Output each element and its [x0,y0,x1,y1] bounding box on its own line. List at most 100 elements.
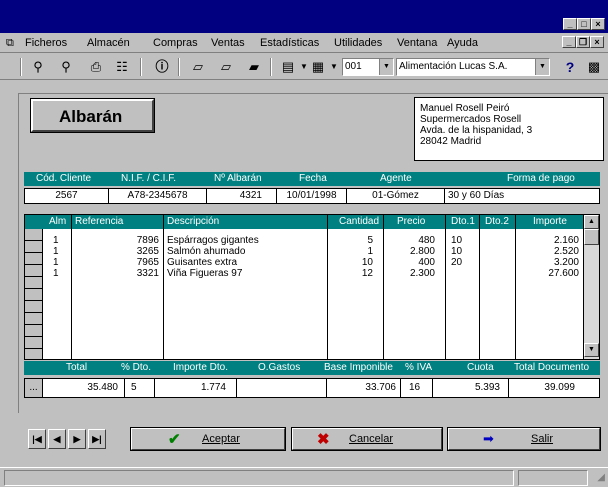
cell-precio: 400 [418,257,435,268]
accept-button[interactable]: ✔ Aceptar [130,427,286,451]
menu-almacen[interactable]: Almacén [87,37,130,49]
scroll-thumb[interactable] [584,229,599,245]
chevron-down-icon[interactable]: ▼ [379,59,393,75]
cell-alm: 1 [53,246,59,257]
menu-ventas[interactable]: Ventas [211,37,245,49]
column-divider [383,215,384,359]
doc-restore-button[interactable]: ❐ [576,36,590,48]
checkmark-icon: ✔ [168,431,181,448]
grid-scrollbar[interactable]: ▲ ▼ [583,215,599,359]
scroll-up-icon[interactable]: ▲ [584,215,599,229]
toolbar-separator [140,58,142,76]
properties-icon[interactable]: ☷ [114,59,130,75]
binoculars-next-icon[interactable]: ⚲ [58,59,74,75]
first-record-button[interactable]: |◀ [28,429,46,449]
column-divider [71,215,72,359]
agente-field[interactable]: 01-Gómez [347,189,445,203]
address-line: Supermercados Rosell [420,114,522,125]
row-indicator[interactable] [25,313,42,325]
forma-pago-field[interactable]: 30 y 60 Días [445,189,600,203]
column-divider [163,215,164,359]
company-select[interactable]: Alimentación Lucas S.A. ▼ [396,58,550,76]
chevron-down-icon[interactable]: ▼ [326,59,342,75]
pct-dto-field[interactable]: 5 [125,379,155,397]
label-gastos: O.Gastos [258,362,301,373]
chevron-down-icon[interactable]: ▼ [535,59,549,75]
menu-ficheros[interactable]: Ficheros [25,37,67,49]
cell-descripcion: Espárragos gigantes [167,235,259,246]
previous-record-button[interactable]: ◀ [48,429,66,449]
close-button[interactable]: × [591,18,605,30]
doc-minimize-button[interactable]: _ [562,36,576,48]
col-importe: Importe [533,216,567,227]
last-record-button[interactable]: ▶| [88,429,106,449]
menu-compras[interactable]: Compras [153,37,198,49]
exit-button[interactable]: ➡ Salir [447,427,601,451]
arrow-right-icon: ➡ [483,431,494,446]
cancel-label: Cancelar [349,433,394,445]
menu-utilidades[interactable]: Utilidades [334,37,382,49]
base-imponible-field[interactable]: 33.706 [327,379,401,397]
albaran-field[interactable]: 4321 [207,189,277,203]
help-icon[interactable]: ? [562,59,578,75]
gastos-field[interactable] [237,379,327,397]
label-num-albaran: Nº Albarán [214,173,262,184]
resize-grip-icon[interactable]: ◢ [597,472,605,483]
row-indicator[interactable] [25,325,42,337]
label-importe-dto: Importe Dto. [173,362,229,373]
label-forma-pago: Forma de pago [507,173,575,184]
ellipsis-button[interactable]: ... [25,379,43,397]
total-documento-field[interactable]: 39.099 [509,379,599,397]
pct-iva-field[interactable]: 16 [401,379,433,397]
menu-ventana[interactable]: Ventana [397,37,437,49]
scroll-down-icon[interactable]: ▼ [584,343,599,357]
minimize-button[interactable]: _ [563,18,577,30]
row-indicator[interactable] [25,337,42,349]
row-indicator[interactable] [25,241,42,253]
info-icon[interactable]: ⓘ [154,59,170,75]
folder-icon[interactable]: ▱ [190,59,206,75]
row-indicator[interactable] [25,265,42,277]
row-indicator[interactable] [25,253,42,265]
total-field[interactable]: 35.480 [43,379,125,397]
menu-estadisticas[interactable]: Estadísticas [260,37,319,49]
printer-icon[interactable]: ⎙ [88,59,104,75]
row-indicator[interactable] [25,301,42,313]
binoculars-icon[interactable]: ⚲ [30,59,46,75]
menu-bar: ⧉ Ficheros Almacén Compras Ventas Estadí… [0,33,608,53]
nif-field[interactable]: A78-2345678 [109,189,207,203]
maximize-button[interactable]: □ [577,18,591,30]
app-grid-icon[interactable]: ▩ [586,59,602,75]
menu-ayuda[interactable]: Ayuda [447,37,478,49]
fecha-field[interactable]: 10/01/1998 [277,189,347,203]
column-divider [479,215,480,359]
folder-open-icon[interactable]: ▱ [218,59,234,75]
app-menu-icon[interactable]: ⧉ [6,37,14,50]
folder-color-icon[interactable]: ▰ [246,59,262,75]
address-line: Avda. de la hispanidad, 3 [420,125,533,136]
toolbar-separator [270,58,272,76]
label-total-doc: Total Documento [514,362,590,373]
series-select[interactable]: 001 ▼ [342,58,394,76]
row-indicator[interactable] [25,229,42,241]
form-view-icon[interactable]: ▤ [280,59,296,75]
document-window-controls: _ ❐ × [562,36,604,48]
header-values-row: 2567 A78-2345678 4321 10/01/1998 01-Góme… [24,188,600,204]
row-indicator[interactable] [25,277,42,289]
next-record-button[interactable]: ▶ [68,429,86,449]
column-divider [445,215,446,359]
form-title-box: Albarán [30,98,155,133]
cancel-button[interactable]: ✖ Cancelar [291,427,443,451]
row-indicator[interactable] [25,289,42,301]
toolbar: ⚲ ⚲ ⎙ ☷ ⓘ ▱ ▱ ▰ ▤ ▼ ▦ ▼ 001 ▼ Alimentaci… [0,54,608,80]
column-divider [327,215,328,359]
cliente-field[interactable]: 2567 [25,189,109,203]
cuota-field[interactable]: 5.393 [433,379,509,397]
cell-descripcion: Viña Figueras 97 [167,268,243,279]
grid-view-icon[interactable]: ▦ [310,59,326,75]
importe-dto-field[interactable]: 1.774 [155,379,237,397]
label-cod-cliente: Cód. Cliente [36,173,92,184]
cell-cantidad: 12 [361,268,373,279]
cell-referencia: 3265 [136,246,159,257]
doc-close-button[interactable]: × [590,36,604,48]
